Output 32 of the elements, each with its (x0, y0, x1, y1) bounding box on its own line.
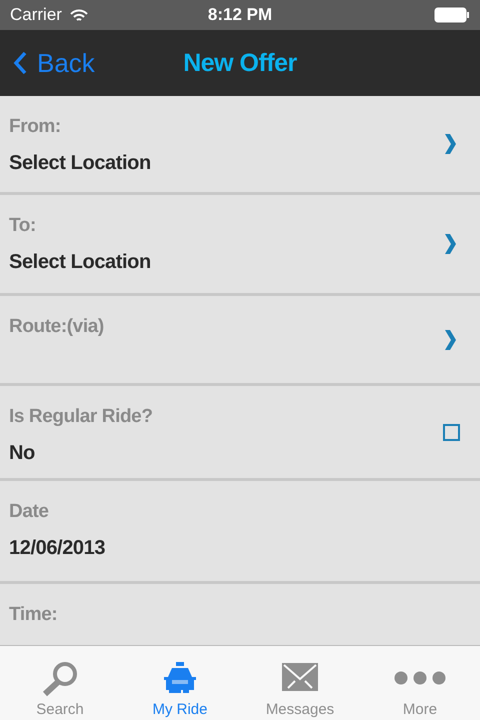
carrier-name: Carrier (10, 5, 62, 25)
tab[interactable]: Messages (240, 646, 360, 720)
battery-icon (434, 7, 470, 23)
screen-title: New Offer (183, 48, 297, 78)
tab[interactable]: My Ride (120, 646, 240, 720)
tab[interactable]: More (360, 646, 480, 720)
field-value: No (9, 442, 36, 465)
search-icon (40, 661, 80, 697)
field-label: To: (9, 215, 37, 237)
status-time: 8:12 PM (208, 5, 272, 25)
checkbox[interactable] (443, 424, 460, 440)
back-chevron-icon (13, 51, 27, 75)
chevron-icon (444, 134, 456, 154)
field-label: Route:(via) (9, 316, 105, 338)
chevron-icon (444, 234, 456, 254)
form-row[interactable]: Route:(via) (0, 296, 480, 386)
field-value: Select Location (9, 251, 152, 274)
form-row[interactable]: Is Regular Ride? No (0, 386, 480, 481)
field-label: Is Regular Ride? (9, 406, 154, 428)
field-value: 12/06/2013 (9, 537, 106, 560)
wifi-icon (70, 8, 88, 22)
form-row[interactable]: To: Select Location (0, 195, 480, 296)
field-label: Date (9, 501, 50, 523)
back-button[interactable]: Back (0, 48, 95, 78)
field-value: Select Location (9, 152, 152, 175)
field-label: From: (9, 116, 62, 138)
chevron-icon (444, 330, 456, 350)
tab[interactable]: Search (0, 646, 120, 720)
form-row[interactable]: Time: (0, 584, 480, 645)
field-label: Time: (9, 604, 58, 626)
form-row[interactable]: Date 12/06/2013 (0, 481, 480, 584)
form-row[interactable]: From: Select Location (0, 96, 480, 195)
